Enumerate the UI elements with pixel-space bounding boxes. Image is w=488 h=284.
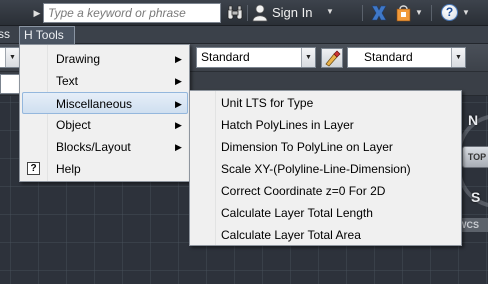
menu-item-h-tools[interactable]: H Tools: [19, 26, 75, 44]
help-icon[interactable]: ?: [441, 4, 458, 21]
autodesk-app-store-icon[interactable]: [395, 4, 413, 22]
user-icon[interactable]: [252, 4, 268, 22]
sign-in-link[interactable]: Sign In: [272, 5, 312, 20]
menu-item-express[interactable]: ss: [0, 26, 14, 44]
chevron-right-icon: ▶: [175, 120, 182, 130]
style-combo-left[interactable]: ▼: [0, 47, 20, 68]
toolbar-separator: [362, 5, 363, 21]
menu-item-label: Miscellaneous: [56, 97, 133, 111]
menu-item-label: Text: [56, 74, 79, 88]
viewcube-south-label[interactable]: S: [471, 189, 480, 205]
app-store-dropdown-icon[interactable]: ▼: [415, 8, 423, 17]
menu-bar: ss H Tools: [0, 26, 488, 44]
submenu-item-correct-coordinate[interactable]: Correct Coordinate z=0 For 2D: [221, 180, 385, 202]
menu-item-text[interactable]: Text ▶: [22, 70, 188, 92]
dimension-style-combo[interactable]: Standard ▼: [347, 47, 466, 68]
help-dropdown-icon[interactable]: ▼: [462, 8, 470, 17]
submenu-item-unit-lts[interactable]: Unit LTS for Type: [221, 92, 313, 114]
dimension-style-icon[interactable]: [321, 48, 343, 68]
help-icon: ?: [27, 162, 40, 175]
chevron-down-icon[interactable]: ▼: [451, 48, 465, 67]
search-input[interactable]: [43, 3, 221, 23]
menu-item-label: Blocks/Layout: [56, 140, 131, 154]
toolbar-separator: [431, 5, 432, 21]
submenu-item-scale-xy[interactable]: Scale XY-(Polyline-Line-Dimension): [221, 158, 411, 180]
submenu-item-dimension-to-polyline[interactable]: Dimension To PolyLine on Layer: [221, 136, 393, 158]
h-tools-dropdown-menu: Drawing ▶ Text ▶ Miscellaneous ▶ Object …: [19, 44, 190, 182]
toolbar-separator: [247, 5, 248, 21]
brush-icon: [325, 50, 341, 67]
menu-item-blocks-layout[interactable]: Blocks/Layout ▶: [22, 136, 188, 158]
viewcube-north-label[interactable]: N: [468, 112, 478, 128]
menu-item-label: Drawing: [56, 52, 101, 66]
submenu-item-layer-total-area[interactable]: Calculate Layer Total Area: [221, 224, 361, 246]
dimension-style-value: Standard: [364, 50, 413, 64]
menu-icon-gutter: [190, 91, 216, 245]
chevron-right-icon: ▶: [175, 99, 182, 109]
text-style-value: Standard: [201, 50, 250, 64]
menu-item-miscellaneous[interactable]: Miscellaneous ▶: [22, 92, 188, 114]
miscellaneous-submenu: Unit LTS for Type Hatch PolyLines in Lay…: [189, 90, 462, 246]
sign-in-dropdown-icon[interactable]: ▼: [326, 7, 334, 16]
viewcube-top-face[interactable]: TOP: [462, 146, 488, 168]
menu-item-help[interactable]: ? Help: [22, 158, 188, 180]
submenu-item-layer-total-length[interactable]: Calculate Layer Total Length: [221, 202, 373, 224]
menu-item-drawing[interactable]: Drawing ▶: [22, 48, 188, 70]
title-bar: ▶ Sign In ▼ ▼ ? ▼: [0, 0, 488, 26]
chevron-right-icon: ▶: [175, 54, 182, 64]
menu-item-object[interactable]: Object ▶: [22, 114, 188, 136]
search-expand-icon[interactable]: ▶: [31, 6, 43, 20]
menu-item-label: Help: [56, 162, 81, 176]
submenu-item-hatch-polylines[interactable]: Hatch PolyLines in Layer: [221, 114, 354, 136]
chevron-right-icon: ▶: [175, 142, 182, 152]
chevron-right-icon: ▶: [175, 76, 182, 86]
chevron-down-icon[interactable]: ▼: [301, 48, 315, 67]
text-style-combo[interactable]: Standard ▼: [196, 47, 316, 68]
exchange-apps-x-icon[interactable]: [370, 4, 388, 22]
menu-item-label: Object: [56, 118, 91, 132]
binoculars-icon[interactable]: [226, 4, 244, 22]
chevron-down-icon[interactable]: ▼: [5, 48, 19, 67]
